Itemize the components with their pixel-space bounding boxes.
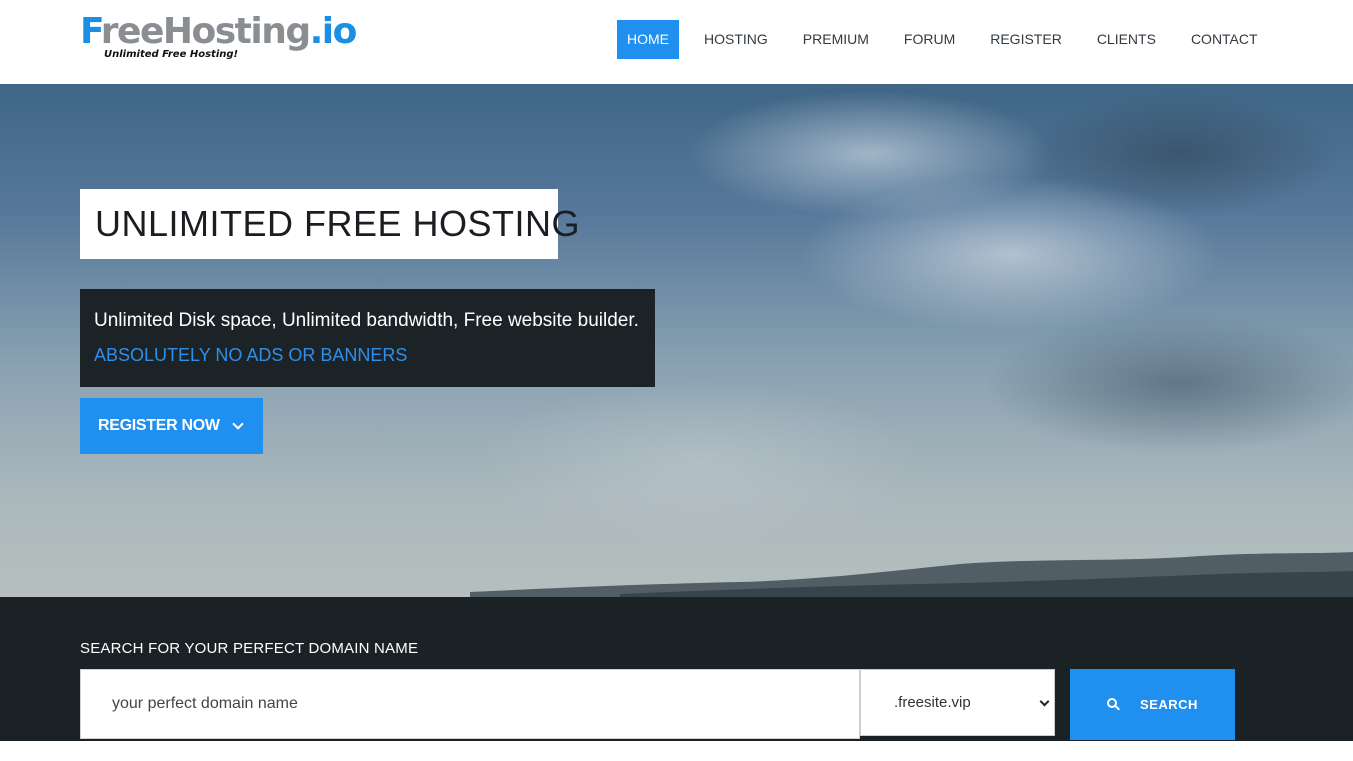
nav-home[interactable]: HOME bbox=[617, 20, 679, 59]
chevron-down-icon bbox=[1039, 696, 1050, 707]
search-button-label: SEARCH bbox=[1140, 697, 1198, 712]
nav-register[interactable]: REGISTER bbox=[980, 20, 1072, 59]
nav-contact[interactable]: CONTACT bbox=[1181, 20, 1268, 59]
search-icon bbox=[1107, 698, 1121, 711]
hero-banner: UNLIMITED FREE HOSTING Unlimited Disk sp… bbox=[0, 84, 1353, 597]
hero-features-box: Unlimited Disk space, Unlimited bandwidt… bbox=[80, 289, 655, 387]
tld-select-value: .freesite.vip bbox=[894, 694, 971, 711]
site-header: FreeHosting.io Unlimited Free Hosting! H… bbox=[0, 0, 1353, 84]
search-button[interactable]: SEARCH bbox=[1070, 669, 1235, 740]
tld-select[interactable]: .freesite.vip bbox=[860, 669, 1055, 736]
main-nav: HOME HOSTING PREMIUM FORUM REGISTER CLIE… bbox=[617, 20, 1268, 59]
hero-title: UNLIMITED FREE HOSTING bbox=[80, 189, 580, 259]
logo-letter-f: F bbox=[80, 11, 102, 52]
logo-tagline: Unlimited Free Hosting! bbox=[104, 49, 239, 60]
domain-search-input[interactable] bbox=[80, 669, 860, 739]
hero-features-text: Unlimited Disk space, Unlimited bandwidt… bbox=[94, 310, 639, 331]
page-bottom bbox=[0, 741, 1353, 761]
nav-clients[interactable]: CLIENTS bbox=[1087, 20, 1166, 59]
chevron-down-icon bbox=[232, 417, 244, 430]
logo-text: reeHosting bbox=[100, 11, 311, 52]
logo[interactable]: FreeHosting.io Unlimited Free Hosting! bbox=[80, 8, 357, 70]
logo-suffix: .io bbox=[309, 11, 358, 52]
domain-search-heading: SEARCH FOR YOUR PERFECT DOMAIN NAME bbox=[80, 640, 419, 657]
register-now-button[interactable]: REGISTER NOW bbox=[80, 398, 263, 454]
register-now-label: REGISTER NOW bbox=[98, 417, 220, 434]
nav-hosting[interactable]: HOSTING bbox=[694, 20, 778, 59]
domain-search-section: SEARCH FOR YOUR PERFECT DOMAIN NAME .fre… bbox=[0, 597, 1353, 741]
nav-forum[interactable]: FORUM bbox=[894, 20, 965, 59]
nav-premium[interactable]: PREMIUM bbox=[793, 20, 879, 59]
hero-no-ads-text: ABSOLUTELY NO ADS OR BANNERS bbox=[94, 345, 408, 365]
